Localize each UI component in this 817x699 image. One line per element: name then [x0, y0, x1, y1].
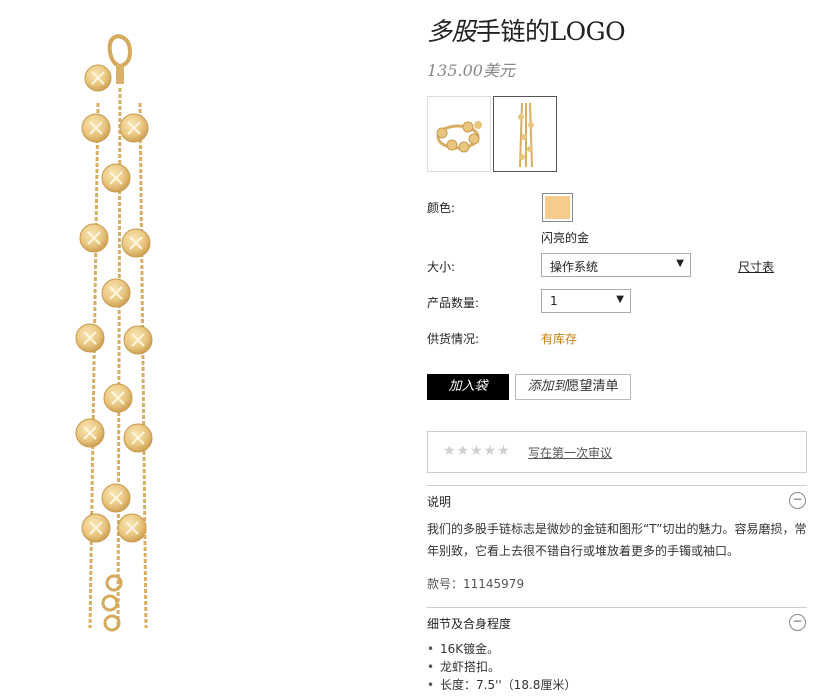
dropdown-arrow-icon: ▼: [616, 294, 624, 305]
color-swatch[interactable]: [542, 193, 573, 222]
details-list-item: 16K镀金。: [427, 640, 576, 658]
details-list-item: 龙虾搭扣。: [427, 658, 576, 676]
collapse-description-icon[interactable]: −: [789, 492, 806, 509]
availability-status: 有库存: [541, 332, 578, 346]
product-main-image[interactable]: [60, 28, 180, 668]
dropdown-arrow-icon: ▼: [676, 258, 684, 269]
size-select[interactable]: 操作系统 ▼: [541, 253, 691, 277]
write-review-link[interactable]: 写在第一次审议: [528, 444, 612, 461]
product-title-italic: 多股: [427, 17, 477, 46]
divider: [427, 485, 807, 486]
details-list-item: 长度：7.5''（18.8厘米）: [427, 676, 576, 694]
product-title-rest: 手链的LOGO: [476, 17, 626, 46]
quantity-select[interactable]: 1 ▼: [541, 289, 631, 313]
product-price: 135.00美元: [427, 61, 515, 80]
add-to-bag-button[interactable]: 加入袋: [427, 374, 509, 400]
wishlist-label-italic: 添加到: [527, 379, 567, 394]
divider: [427, 607, 807, 608]
quantity-label: 产品数量:: [427, 296, 480, 310]
thumbnail-1[interactable]: [427, 96, 491, 172]
add-to-wishlist-button[interactable]: 添加到愿望清单: [515, 374, 631, 400]
color-label: 颜色:: [427, 201, 456, 215]
details-heading[interactable]: 细节及合身程度: [427, 615, 511, 632]
color-name: 闪亮的金: [541, 231, 590, 245]
size-chart-link[interactable]: 尺寸表: [738, 258, 774, 275]
review-box: ★★★★★ 写在第一次审议: [427, 431, 807, 473]
description-text: 我们的多股手链标志是微妙的金链和图形“T”切出的魅力。容易磨损，常年别致，它看上…: [427, 522, 807, 558]
thumbnail-2[interactable]: [493, 96, 557, 172]
size-label: 大小:: [427, 260, 456, 274]
availability-label: 供货情况:: [427, 332, 480, 346]
details-list: 16K镀金。 龙虾搭扣。 长度：7.5''（18.8厘米）: [427, 640, 576, 694]
thumbnail-bracelet-coiled-image: [436, 121, 482, 153]
rating-stars-icon: ★★★★★: [443, 443, 511, 459]
size-select-value: 操作系统: [550, 260, 599, 274]
wishlist-label-rest: 愿望清单: [566, 379, 619, 394]
color-swatch-fill: [545, 196, 570, 219]
thumbnail-bracelet-straight-image: [518, 102, 534, 168]
collapse-details-icon[interactable]: −: [789, 614, 806, 631]
description-heading[interactable]: 说明: [427, 493, 451, 510]
style-number: 款号：11145979: [427, 577, 525, 591]
product-title: 多股手链的LOGO: [427, 12, 626, 48]
quantity-select-value: 1: [550, 294, 558, 308]
